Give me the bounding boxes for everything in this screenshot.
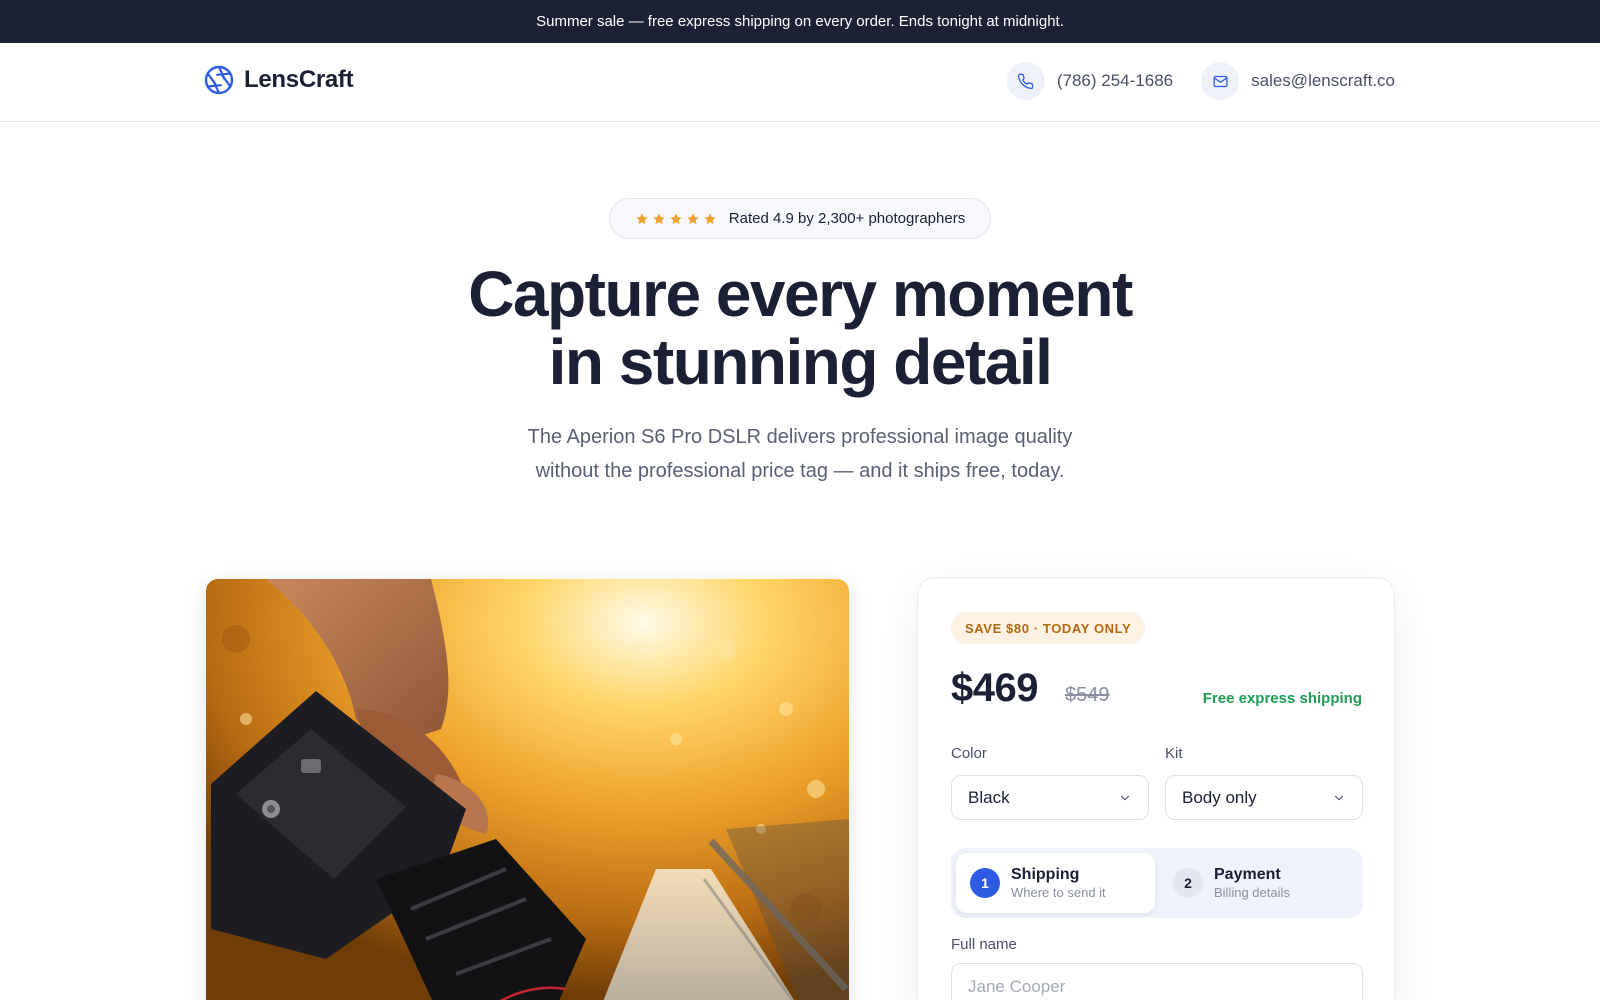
- step-payment[interactable]: 2 Payment Billing details: [1159, 853, 1358, 913]
- step-number: 1: [970, 868, 1000, 898]
- color-select-value: Black: [968, 787, 1010, 807]
- product-photo: [206, 579, 849, 1000]
- discount-badge: SAVE $80 · TODAY ONLY: [951, 612, 1146, 644]
- step-title: Payment: [1214, 866, 1281, 883]
- hero-subtitle-line: without the professional price tag — and…: [535, 460, 1065, 482]
- star-icon: [653, 212, 665, 224]
- step-subtitle: Where to send it: [1011, 885, 1106, 900]
- original-price: $549: [1065, 684, 1110, 706]
- kit-label: Kit: [1165, 745, 1183, 762]
- phone-icon: [1006, 62, 1045, 100]
- checkout-steps: 1 Shipping Where to send it 2 Payment Bi…: [951, 848, 1363, 918]
- brand-logo-link[interactable]: LensCraft: [204, 65, 354, 95]
- rating-stars: [635, 212, 717, 226]
- step-shipping[interactable]: 1 Shipping Where to send it: [956, 853, 1155, 913]
- hero-title-line: Capture every moment: [468, 258, 1133, 330]
- color-label: Color: [951, 745, 987, 762]
- current-price: $469: [951, 666, 1038, 710]
- brand-name: LensCraft: [244, 66, 354, 93]
- star-icon: [636, 212, 648, 224]
- email-address: sales@lenscraft.co: [1251, 71, 1395, 90]
- aperture-icon: [204, 65, 234, 95]
- step-title: Shipping: [1011, 866, 1080, 883]
- chevron-down-icon: [1120, 795, 1130, 801]
- announcement-bar: Summer sale — free express shipping on e…: [0, 0, 1600, 43]
- chevron-down-icon: [1334, 795, 1344, 801]
- rating-badge: Rated 4.9 by 2,300+ photographers: [609, 198, 991, 239]
- hero-subtitle: The Aperion S6 Pro DSLR delivers profess…: [0, 420, 1600, 488]
- full-name-input[interactable]: [951, 963, 1363, 1000]
- full-name-label: Full name: [951, 936, 1017, 953]
- hero-title: Capture every moment in stunning detail: [0, 260, 1600, 396]
- shipping-note: Free express shipping: [1202, 690, 1362, 707]
- contact-info: (786) 254-1686 sales@lenscraft.co: [1006, 62, 1395, 100]
- phone-number: (786) 254-1686: [1056, 71, 1174, 90]
- site-header: LensCraft (786) 254-1686 sales@lenscraft…: [0, 43, 1600, 122]
- color-select[interactable]: Black: [951, 775, 1149, 820]
- rating-text: Rated 4.9 by 2,300+ photographers: [728, 210, 966, 227]
- step-subtitle: Billing details: [1214, 885, 1290, 900]
- step-number: 2: [1173, 868, 1203, 898]
- star-icon: [687, 212, 699, 224]
- mail-icon: [1201, 62, 1240, 100]
- order-card: SAVE $80 · TODAY ONLY $469 $549 Free exp…: [917, 577, 1395, 1000]
- kit-select[interactable]: Body only: [1165, 775, 1363, 820]
- kit-select-value: Body only: [1182, 787, 1257, 807]
- camera-photo: [206, 579, 849, 1000]
- email-link[interactable]: sales@lenscraft.co: [1201, 62, 1395, 100]
- hero-subtitle-line: The Aperion S6 Pro DSLR delivers profess…: [527, 426, 1073, 448]
- star-icon: [670, 212, 682, 224]
- star-icon: [704, 212, 716, 224]
- phone-link[interactable]: (786) 254-1686: [1006, 62, 1174, 100]
- announcement-text: Summer sale — free express shipping on e…: [536, 13, 1064, 30]
- hero-title-line: in stunning detail: [548, 326, 1053, 398]
